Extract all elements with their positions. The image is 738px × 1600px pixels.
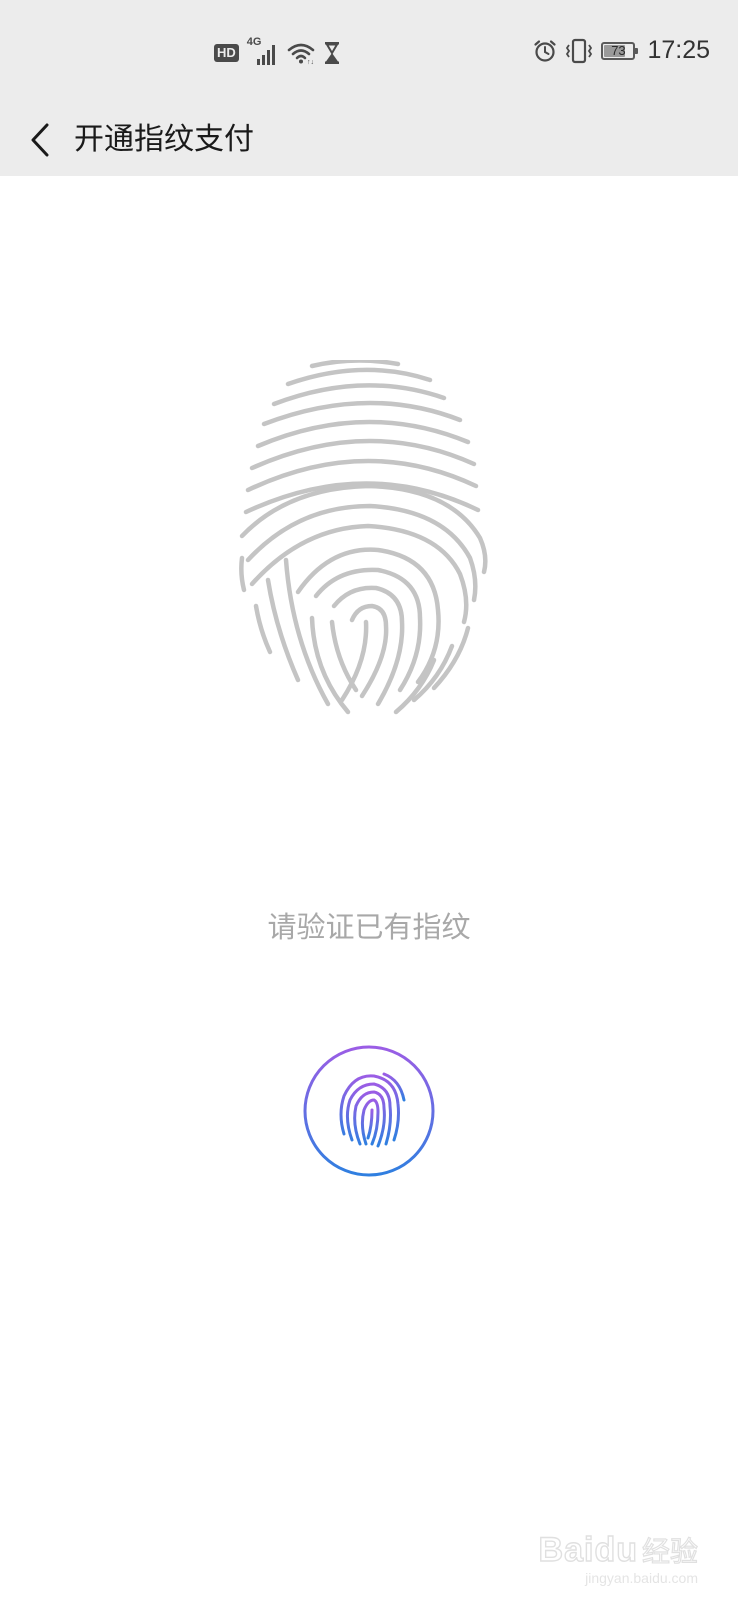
chevron-left-icon	[28, 122, 52, 158]
back-button[interactable]	[18, 112, 62, 168]
status-icons-right: 73 17:25	[533, 36, 710, 65]
fingerprint-illustration	[238, 358, 500, 720]
baidu-jingyan-watermark: Baidu 经验 jingyan.baidu.com	[538, 1530, 699, 1586]
status-icons-left: HD 4G ↑↓	[214, 36, 341, 66]
vibrate-icon	[565, 38, 593, 64]
wifi-icon: ↑↓	[287, 41, 315, 66]
hourglass-icon	[323, 41, 341, 65]
watermark-label: 经验	[641, 1534, 698, 1568]
signal-4g-icon: 4G	[247, 36, 279, 66]
hd-icon: HD	[214, 44, 239, 62]
fingerprint-verify-button[interactable]	[302, 1044, 436, 1178]
verify-prompt: 请验证已有指纹	[267, 910, 471, 944]
status-bar: HD 4G ↑↓ 73 17:25	[0, 0, 738, 104]
page-title: 开通指纹支付	[74, 122, 254, 157]
watermark-logo: Baidu	[538, 1530, 638, 1569]
status-time: 17:25	[647, 36, 710, 64]
battery-percent: 73	[611, 42, 626, 58]
network-type-label: 4G	[246, 36, 262, 48]
watermark-url: jingyan.baidu.com	[585, 1570, 698, 1586]
svg-text:↑↓: ↑↓	[307, 59, 314, 65]
alarm-icon	[533, 39, 557, 63]
header-bar: 开通指纹支付	[0, 104, 738, 176]
fingerprint-icon	[239, 358, 488, 715]
battery-icon: 73	[601, 41, 639, 60]
